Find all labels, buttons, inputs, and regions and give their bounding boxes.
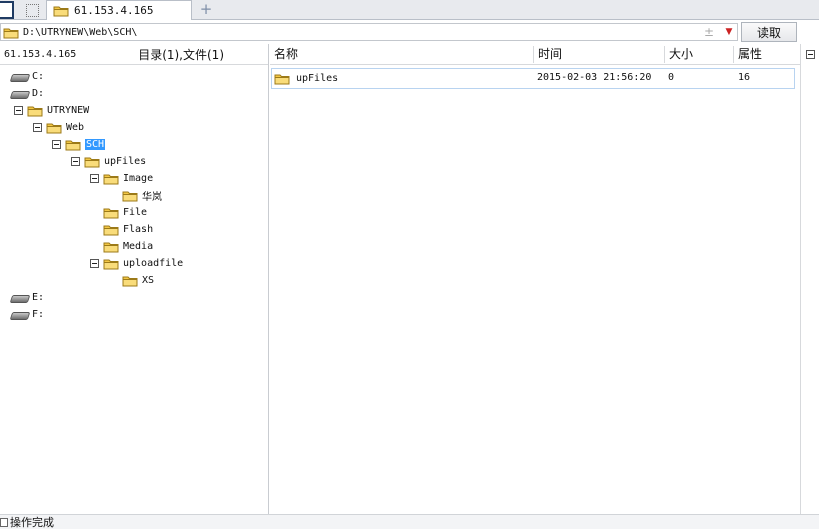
tree-node-label: 华岚 <box>142 192 162 203</box>
tree-node[interactable]: Media <box>90 238 153 255</box>
item-count: 目录(1),文件(1) <box>138 47 224 62</box>
tree-node[interactable]: D: <box>11 85 44 102</box>
tab-label: 61.153.4.165 <box>74 4 154 17</box>
tab-bar: 61.153.4.165 + <box>0 0 819 20</box>
folder-icon <box>103 242 119 253</box>
file-name-cell: upFiles <box>274 72 338 85</box>
folder-icon <box>103 208 119 219</box>
folder-icon <box>27 106 43 117</box>
tree-node-label: D: <box>32 88 45 99</box>
collapse-icon[interactable] <box>806 50 815 59</box>
tree-node[interactable]: Web <box>33 119 84 136</box>
folder-icon <box>103 174 119 185</box>
folder-icon <box>3 28 19 38</box>
collapse-icon[interactable] <box>52 140 61 149</box>
folder-icon <box>84 157 100 168</box>
tree-node-label: E: <box>32 292 45 303</box>
folder-icon <box>65 140 81 151</box>
folder-icon <box>122 276 138 287</box>
window-icon[interactable] <box>0 1 14 19</box>
read-button[interactable]: 读取 <box>741 22 797 42</box>
file-attr: 16 <box>738 72 751 83</box>
file-name: upFiles <box>296 73 339 84</box>
tree-header: 61.153.4.165 目录(1),文件(1) <box>0 44 268 65</box>
column-time[interactable]: 时间 <box>534 46 665 63</box>
address-bar: D:\UTRYNEW\Web\SCH\ ± ▼ 读取 <box>0 20 819 44</box>
status-icon <box>0 517 8 527</box>
tree-node-label: XS <box>142 275 155 286</box>
up-level-icon[interactable]: ± <box>701 25 717 39</box>
tree-node-label: Image <box>123 173 154 184</box>
status-text: 操作完成 <box>10 516 54 529</box>
chevron-down-icon[interactable]: ▼ <box>721 27 737 37</box>
path-text: D:\UTRYNEW\Web\SCH\ <box>23 26 138 38</box>
add-tab-icon[interactable]: + <box>198 1 214 17</box>
collapse-icon[interactable] <box>90 259 99 268</box>
tree-node[interactable]: upFiles <box>71 153 146 170</box>
folder-icon <box>103 259 119 270</box>
column-size[interactable]: 大小 <box>665 46 734 63</box>
tree-node[interactable]: 华岚 <box>109 187 162 204</box>
column-name[interactable]: 名称 <box>270 46 534 63</box>
drive-icon <box>11 294 28 302</box>
new-window-icon[interactable] <box>20 1 42 19</box>
drive-icon <box>11 311 28 319</box>
file-time: 2015-02-03 21:56:20 <box>537 72 652 83</box>
side-panel <box>800 44 819 514</box>
collapse-icon[interactable] <box>71 157 80 166</box>
tree-node[interactable]: SCH <box>52 136 106 153</box>
tree-node-label: Web <box>66 122 85 133</box>
tree-node-label: File <box>123 207 148 218</box>
tree-node-label: SCH <box>85 139 106 150</box>
tree-node-label: Flash <box>123 224 154 235</box>
tree-node[interactable]: Image <box>90 170 153 187</box>
collapse-icon[interactable] <box>33 123 42 132</box>
file-row[interactable]: upFiles 2015-02-03 21:56:20 0 16 <box>271 68 795 89</box>
tree-node[interactable]: UTRYNEW <box>14 102 89 119</box>
folder-icon <box>53 6 69 17</box>
folder-icon <box>122 191 138 202</box>
tree-node[interactable]: File <box>90 204 147 221</box>
status-bar: 操作完成 <box>0 514 819 529</box>
tree-node[interactable]: uploadfile <box>90 255 183 272</box>
tree-node-label: upFiles <box>104 156 147 167</box>
column-attr[interactable]: 属性 <box>734 46 800 63</box>
drive-icon <box>11 73 28 81</box>
file-list-header: 名称 时间 大小 属性 <box>270 44 800 65</box>
host-label: 61.153.4.165 <box>4 48 77 60</box>
tree-node-label: Media <box>123 241 154 252</box>
tree-node-label: C: <box>32 71 45 82</box>
tab-connection[interactable]: 61.153.4.165 <box>46 0 192 20</box>
collapse-icon[interactable] <box>90 174 99 183</box>
tree-node[interactable]: F: <box>11 306 44 323</box>
folder-icon <box>274 74 290 85</box>
tree-node[interactable]: Flash <box>90 221 153 238</box>
drive-icon <box>11 90 28 98</box>
directory-tree-pane: 61.153.4.165 目录(1),文件(1) C: D: UTRYNEW Web S… <box>0 44 269 514</box>
tree-node[interactable]: E: <box>11 289 44 306</box>
folder-icon <box>46 123 62 134</box>
tree-node[interactable]: C: <box>11 68 44 85</box>
folder-icon <box>103 225 119 236</box>
tree-node-label: uploadfile <box>123 258 184 269</box>
collapse-icon[interactable] <box>14 106 23 115</box>
tree-node[interactable]: XS <box>109 272 154 289</box>
tree-node-label: F: <box>32 309 45 320</box>
file-list-pane: 名称 时间 大小 属性 upFiles 2015-02-03 21:56:20 … <box>270 44 800 514</box>
file-size: 0 <box>668 72 675 83</box>
path-input[interactable]: D:\UTRYNEW\Web\SCH\ ± ▼ <box>0 23 738 41</box>
tree-node-label: UTRYNEW <box>47 105 90 116</box>
